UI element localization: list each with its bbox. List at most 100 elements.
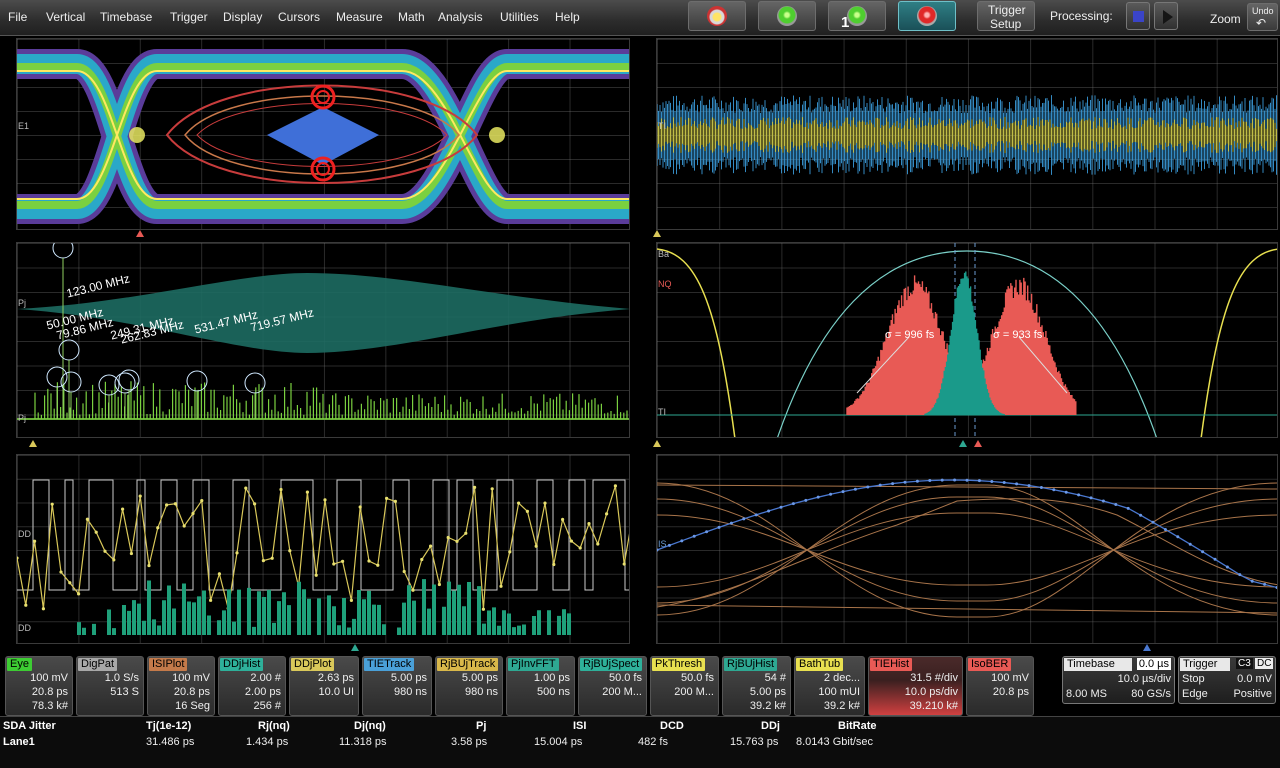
fft-peak-marker (118, 369, 140, 391)
undo-button[interactable]: Undo ↶ (1247, 3, 1278, 31)
isi-point (816, 495, 820, 499)
descriptor-rjbujhist[interactable]: RjBUjHist 54 # 5.00 ps 39.2 k# (722, 656, 791, 716)
fft-bottom-trace-label: Pj (18, 413, 27, 423)
menu-analysis[interactable]: Analysis (438, 10, 483, 24)
descriptor-rjbujspect[interactable]: RjBUjSpect 50.0 fs 200 M... (578, 656, 647, 716)
normal-trigger-button[interactable] (758, 1, 816, 31)
jitter-spectrum-grid[interactable]: 123.00 MHz 50.00 MHz 79.86 MHz 249.31 MH… (16, 242, 630, 438)
timebase-rate: 80 GS/s (1131, 688, 1171, 700)
ddj-point (138, 494, 142, 498)
isi-trace (657, 484, 1277, 490)
menu-utilities[interactable]: Utilities (500, 10, 539, 24)
descriptor-value: 31.5 #/div (910, 672, 958, 684)
tie-trigger-marker (653, 230, 661, 237)
fft-peak-marker (244, 372, 266, 394)
descriptor-value: 2.63 ps (317, 672, 354, 684)
ddj-point (429, 544, 433, 548)
isi-point (1263, 582, 1267, 586)
descriptor-tiehist[interactable]: TIEHist 31.5 #/div 10.0 ps/div 39.210 k# (868, 656, 963, 716)
descriptor-value: 20.8 ps (173, 686, 210, 698)
isi-point (1039, 486, 1043, 490)
ddj-point (402, 569, 406, 574)
isi-point (1163, 527, 1167, 531)
descriptor-tietrack[interactable]: TIETrack 5.00 ps 980 ns (362, 656, 432, 716)
descriptor-isober[interactable]: IsoBER 100 mV 20.8 ps (966, 656, 1034, 716)
eye-diagram-grid[interactable]: E1 (16, 38, 630, 230)
green-light-icon (847, 6, 867, 26)
timebase-descriptor[interactable]: Timebase 0.0 µs 10.0 µs/div 8.00 MS 80 G… (1062, 656, 1175, 704)
menu-display[interactable]: Display (223, 10, 262, 24)
ddj-point (24, 603, 28, 607)
descriptor-pkthresh[interactable]: PkThresh 50.0 fs 200 M... (650, 656, 719, 716)
ddj-point (543, 501, 547, 505)
single-trigger-button[interactable]: 1 (828, 1, 886, 31)
descriptor-ddjhist[interactable]: DDjHist 2.00 # 2.00 ps 256 # (218, 656, 286, 716)
descriptor-value: 980 ns (393, 686, 427, 698)
descriptor-title: RjBUjSpect (580, 658, 643, 671)
descriptor-value: 200 M... (602, 686, 642, 698)
descriptor-eye[interactable]: Eye 100 mV 20.8 ps 78.3 k# (5, 656, 73, 716)
trigger-setup-button[interactable]: Trigger Setup (977, 1, 1035, 31)
status-value-bitrate: 8.0143 Gbit/sec (796, 736, 874, 748)
zoom-label: Zoom (1210, 12, 1241, 26)
menu-help[interactable]: Help (555, 10, 580, 24)
ddj-point (261, 559, 265, 563)
nq-trace-label: NQ (658, 279, 672, 289)
isi-point (878, 483, 882, 487)
ddj-point (490, 487, 494, 491)
descriptor-ddjplot[interactable]: DDjPlot 2.63 ps 10.0 UI (289, 656, 359, 716)
trigger-mode: Stop (1182, 673, 1205, 685)
ddj-point (182, 524, 186, 528)
processing-run-button[interactable] (1154, 2, 1178, 30)
tie-trace-label: TI (658, 121, 666, 131)
jitter-status-bar: SDA Jitter Lane1 Tj(1e-12) Rj(nq) Dj(nq)… (0, 716, 1280, 768)
menu-math[interactable]: Math (398, 10, 425, 24)
descriptor-digpat[interactable]: DigPat 1.0 S/s 513 S (76, 656, 144, 716)
hist-center-marker (959, 440, 967, 447)
ddj-plot-grid[interactable]: DD DD (16, 454, 630, 644)
status-header-dj: Dj(nq) (354, 720, 386, 732)
descriptor-value: 50.0 fs (608, 672, 642, 684)
menu-trigger[interactable]: Trigger (170, 10, 208, 24)
tie-track-grid[interactable]: TI (656, 38, 1278, 230)
menu-cursors[interactable]: Cursors (278, 10, 320, 24)
status-value-dcd: 482 fs (638, 736, 668, 748)
descriptor-value: 500 ns (536, 686, 570, 698)
isi-point (866, 485, 870, 489)
menu-file[interactable]: File (8, 10, 27, 24)
menu-measure[interactable]: Measure (336, 10, 383, 24)
descriptor-title: TIETrack (364, 658, 415, 671)
isi-point (791, 502, 795, 506)
isi-point (1213, 557, 1217, 561)
stop-trigger-button[interactable] (898, 1, 956, 31)
descriptor-value: 78.3 k# (31, 700, 68, 712)
descriptor-bathtub[interactable]: BathTub 2 dec... 100 mUI 39.2 k# (794, 656, 865, 716)
ddj-point (17, 556, 19, 560)
auto-trigger-button[interactable] (688, 1, 746, 31)
descriptor-title: PkThresh (652, 658, 706, 671)
isi-point (829, 492, 833, 496)
descriptor-title: PjInvFFT (508, 658, 559, 671)
descriptor-title: RjBUjTrack (437, 658, 499, 671)
isi-plot-grid[interactable]: IS (656, 454, 1278, 644)
processing-stop-button[interactable] (1126, 2, 1150, 30)
trigger-descriptor[interactable]: Trigger C3 DC Stop 0.0 mV Edge Positive (1178, 656, 1276, 704)
status-value-ddj: 15.763 ps (730, 736, 779, 748)
descriptor-value: 5.00 ps (390, 672, 427, 684)
descriptor-rjbujtrack[interactable]: RjBUjTrack 5.00 ps 980 ns (435, 656, 503, 716)
descriptor-title: Eye (7, 658, 32, 671)
histogram-bathtub-grid[interactable]: σ = 996 fs σ = 933 fs Ba NQ TI (656, 242, 1278, 438)
descriptor-pjinvfft[interactable]: PjInvFFT 1.00 ps 500 ns (506, 656, 575, 716)
ddj-point (279, 487, 283, 492)
descriptor-value: 50.0 fs (680, 672, 714, 684)
descriptor-value: 2.00 # (250, 672, 281, 684)
menu-vertical[interactable]: Vertical (46, 10, 85, 24)
descriptor-value: 1.00 ps (533, 672, 570, 684)
isi-point (1225, 565, 1229, 569)
sigma-right-label: σ = 933 fs (993, 329, 1043, 341)
descriptor-value: 513 S (110, 686, 139, 698)
isi-point (891, 482, 895, 486)
descriptor-isiplot[interactable]: ISIPlot 100 mV 20.8 ps 16 Seg (147, 656, 215, 716)
descriptor-value: 39.210 k# (909, 700, 958, 712)
menu-timebase[interactable]: Timebase (100, 10, 152, 24)
